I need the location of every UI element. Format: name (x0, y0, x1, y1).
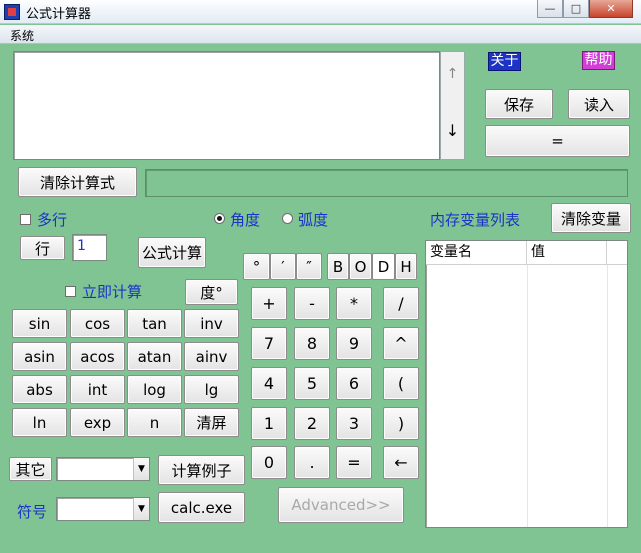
equals-wide-button[interactable]: = (485, 125, 630, 157)
deg-button[interactable]: 度° (185, 279, 238, 305)
func-cos-button[interactable]: cos (70, 309, 125, 338)
key-1-button[interactable]: 1 (251, 407, 287, 440)
close-button[interactable]: ✕ (589, 0, 633, 18)
key-close-paren-button[interactable]: ) (383, 407, 419, 440)
menu-bar (0, 25, 641, 44)
column-divider (527, 265, 528, 527)
func-ainv-button[interactable]: ainv (184, 342, 239, 371)
minimize-button[interactable]: — (537, 0, 563, 18)
formula-calc-button[interactable]: 公式计算 (138, 237, 206, 268)
func-asin-button[interactable]: asin (12, 342, 67, 371)
func-tan-button[interactable]: tan (127, 309, 182, 338)
symbol-label: 符号 (17, 503, 48, 521)
degree-mark-button[interactable]: ° (243, 253, 270, 280)
variable-list[interactable]: 变量名 值 (425, 240, 628, 528)
line-count-input[interactable]: 1 (72, 234, 107, 261)
key-3-button[interactable]: 3 (336, 407, 372, 440)
help-link[interactable]: 帮助 (582, 51, 615, 70)
instant-calc-checkbox[interactable] (65, 286, 76, 297)
chevron-down-icon[interactable]: ▼ (133, 458, 149, 480)
radian-radio[interactable] (282, 213, 293, 224)
symbol-select[interactable]: ▼ (56, 497, 150, 521)
other-button[interactable]: 其它 (9, 457, 52, 481)
key-equals-button[interactable]: = (336, 446, 372, 479)
func-inv-button[interactable]: inv (184, 309, 239, 338)
line-button[interactable]: 行 (20, 236, 65, 260)
formula-input[interactable] (13, 51, 440, 160)
key-multiply-button[interactable]: * (336, 287, 372, 320)
degree-radio[interactable] (214, 213, 225, 224)
key-dot-button[interactable]: . (294, 446, 330, 479)
func-abs-button[interactable]: abs (12, 375, 67, 404)
advanced-button[interactable]: Advanced>> (278, 487, 404, 523)
key-4-button[interactable]: 4 (251, 367, 287, 400)
func-exp-button[interactable]: exp (70, 408, 125, 437)
window-title: 公式计算器 (26, 7, 92, 22)
memory-list-title: 内存变量列表 (430, 211, 521, 229)
key-plus-button[interactable]: + (251, 287, 287, 320)
multiline-checkbox[interactable] (20, 214, 31, 225)
maximize-button[interactable]: □ (563, 0, 589, 18)
radix-h-button[interactable]: H (395, 253, 417, 280)
save-button[interactable]: 保存 (485, 89, 553, 119)
col-value[interactable]: 值 (527, 241, 607, 265)
about-link[interactable]: 关于 (488, 52, 521, 71)
instant-calc-label: 立即计算 (82, 283, 143, 301)
second-mark-button[interactable]: ″ (296, 253, 322, 280)
degree-label: 角度 (230, 211, 261, 229)
scroll-down-icon[interactable]: ↓ (440, 121, 465, 140)
func-sin-button[interactable]: sin (12, 309, 67, 338)
radian-label: 弧度 (298, 211, 329, 229)
key-open-paren-button[interactable]: ( (383, 367, 419, 400)
key-backspace-button[interactable]: ← (383, 446, 419, 479)
func-atan-button[interactable]: atan (127, 342, 182, 371)
clear-formula-button[interactable]: 清除计算式 (18, 167, 137, 197)
load-button[interactable]: 读入 (568, 89, 630, 119)
radix-b-button[interactable]: B (327, 253, 349, 280)
func-clear-screen-button[interactable]: 清屏 (184, 408, 239, 437)
key-9-button[interactable]: 9 (336, 327, 372, 360)
key-2-button[interactable]: 2 (294, 407, 330, 440)
col-filler (607, 241, 627, 265)
chevron-down-icon[interactable]: ▼ (133, 498, 149, 520)
func-ln-button[interactable]: ln (12, 408, 67, 437)
app-icon (4, 4, 20, 20)
radix-d-button[interactable]: D (372, 253, 395, 280)
func-lg-button[interactable]: lg (184, 375, 239, 404)
radix-o-button[interactable]: O (349, 253, 372, 280)
func-int-button[interactable]: int (70, 375, 125, 404)
key-6-button[interactable]: 6 (336, 367, 372, 400)
column-divider (607, 265, 608, 527)
calc-exe-button[interactable]: calc.exe (158, 492, 245, 523)
menu-system[interactable]: 系统 (10, 27, 34, 44)
key-minus-button[interactable]: - (294, 287, 330, 320)
key-0-button[interactable]: 0 (251, 446, 287, 479)
col-variable-name[interactable]: 变量名 (426, 241, 527, 265)
minute-mark-button[interactable]: ′ (270, 253, 296, 280)
key-5-button[interactable]: 5 (294, 367, 330, 400)
other-select[interactable]: ▼ (56, 457, 150, 481)
clear-vars-button[interactable]: 清除变量 (551, 203, 631, 233)
key-divide-button[interactable]: / (383, 287, 419, 320)
key-8-button[interactable]: 8 (294, 327, 330, 360)
result-display (145, 169, 628, 197)
func-acos-button[interactable]: acos (70, 342, 125, 371)
func-n-button[interactable]: n (127, 408, 182, 437)
multiline-label: 多行 (37, 211, 68, 229)
scroll-up-icon[interactable]: ↑ (440, 66, 465, 82)
key-7-button[interactable]: 7 (251, 327, 287, 360)
func-log-button[interactable]: log (127, 375, 182, 404)
key-power-button[interactable]: ^ (383, 327, 419, 360)
examples-button[interactable]: 计算例子 (158, 455, 245, 485)
